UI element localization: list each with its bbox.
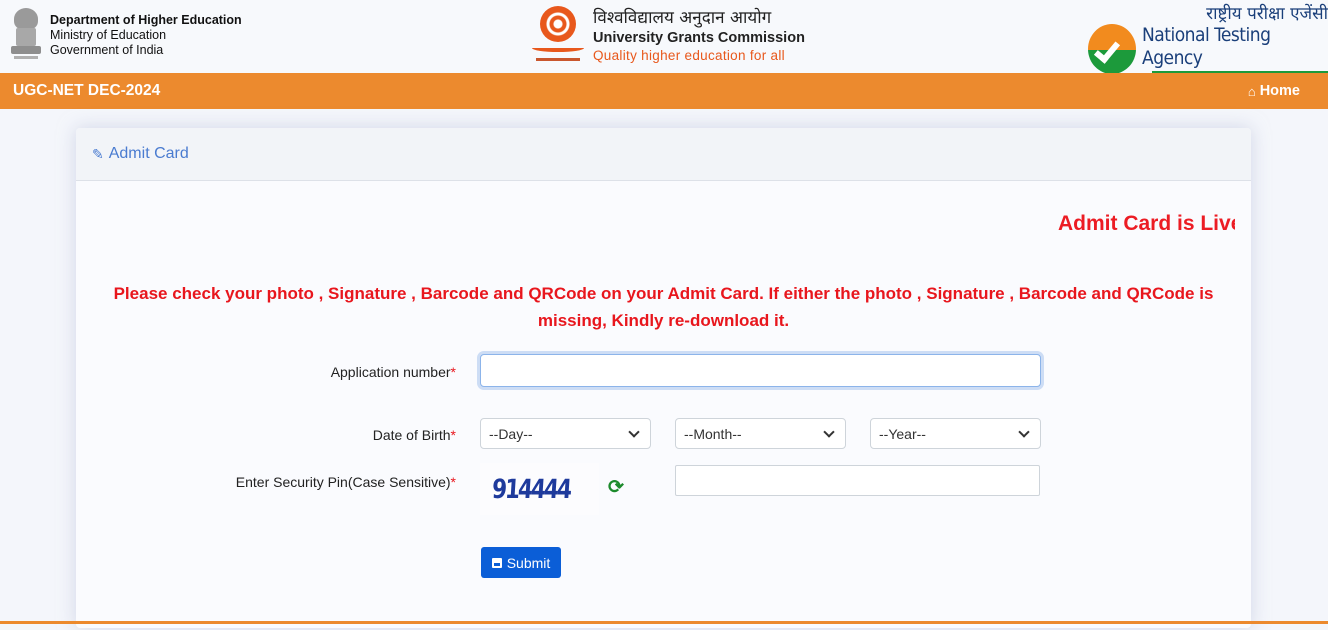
top-header: Department of Higher Education Ministry … bbox=[0, 0, 1328, 87]
security-pin-input[interactable] bbox=[675, 465, 1040, 496]
ugc-branding: विश्वविद्यालय अनुदान आयोग University Gra… bbox=[530, 6, 805, 66]
moe-government: Government of India bbox=[50, 42, 164, 57]
dob-label: Date of Birth* bbox=[372, 427, 456, 443]
required-mark: * bbox=[450, 364, 456, 380]
footer-divider bbox=[0, 621, 1328, 624]
dob-day-select[interactable]: --Day-- bbox=[480, 418, 651, 449]
application-number-label: Application number* bbox=[330, 364, 456, 380]
navbar-brand[interactable]: UGC-NET DEC-2024 bbox=[13, 82, 160, 100]
nta-name: National Testing Agency bbox=[1142, 24, 1271, 69]
captcha-image: 914444 bbox=[480, 463, 599, 515]
dob-year-value: --Year-- bbox=[879, 425, 926, 442]
home-icon: ⌂ bbox=[1247, 83, 1256, 99]
card-title: Admit Card bbox=[108, 145, 189, 162]
moe-ministry: Ministry of Education bbox=[50, 27, 167, 42]
chevron-down-icon bbox=[1018, 425, 1030, 438]
required-mark: * bbox=[450, 427, 456, 443]
warning-message: Please check your photo , Signature , Ba… bbox=[113, 284, 1214, 330]
dob-year-select[interactable]: --Year-- bbox=[870, 418, 1041, 449]
ugc-hindi-name: विश्वविद्यालय अनुदान आयोग bbox=[593, 8, 772, 28]
dob-day-value: --Day-- bbox=[489, 425, 533, 442]
dob-month-select[interactable]: --Month-- bbox=[675, 418, 846, 449]
security-pin-label: Enter Security Pin(Case Sensitive)* bbox=[235, 474, 456, 490]
edit-icon: ✎ bbox=[92, 145, 104, 162]
marquee-text: Admit Card is Live bbox=[1058, 212, 1235, 235]
ugc-tagline: Quality higher education for all bbox=[593, 48, 785, 63]
submit-button[interactable]: Submit bbox=[481, 547, 561, 578]
moe-branding: Department of Higher Education Ministry … bbox=[8, 6, 242, 64]
submit-label: Submit bbox=[506, 554, 551, 571]
card-header: ✎ Admit Card bbox=[76, 128, 1251, 181]
nta-hindi-name: राष्ट्रीय परीक्षा एजेंसी bbox=[1206, 4, 1328, 24]
nta-logo-icon bbox=[1088, 23, 1136, 74]
home-link[interactable]: ⌂ Home bbox=[1248, 83, 1300, 99]
refresh-icon[interactable]: ⟳ bbox=[608, 476, 624, 499]
ugc-name: University Grants Commission bbox=[593, 30, 805, 46]
save-icon bbox=[491, 557, 502, 568]
national-emblem-icon bbox=[8, 6, 44, 64]
home-link-label: Home bbox=[1259, 83, 1300, 99]
admit-card-panel: ✎ Admit Card Admit Card is Live Please c… bbox=[76, 128, 1251, 628]
chevron-down-icon bbox=[823, 425, 835, 438]
required-mark: * bbox=[450, 474, 456, 490]
announcement-marquee: Admit Card is Live bbox=[90, 208, 1235, 242]
application-number-input[interactable] bbox=[480, 354, 1041, 387]
navbar: UGC-NET DEC-2024 ⌂ Home bbox=[0, 73, 1328, 109]
dob-month-value: --Month-- bbox=[684, 425, 742, 442]
moe-department: Department of Higher Education bbox=[50, 12, 242, 27]
captcha-text: 914444 bbox=[491, 473, 572, 505]
chevron-down-icon bbox=[628, 425, 640, 438]
ugc-logo-icon bbox=[530, 6, 585, 66]
